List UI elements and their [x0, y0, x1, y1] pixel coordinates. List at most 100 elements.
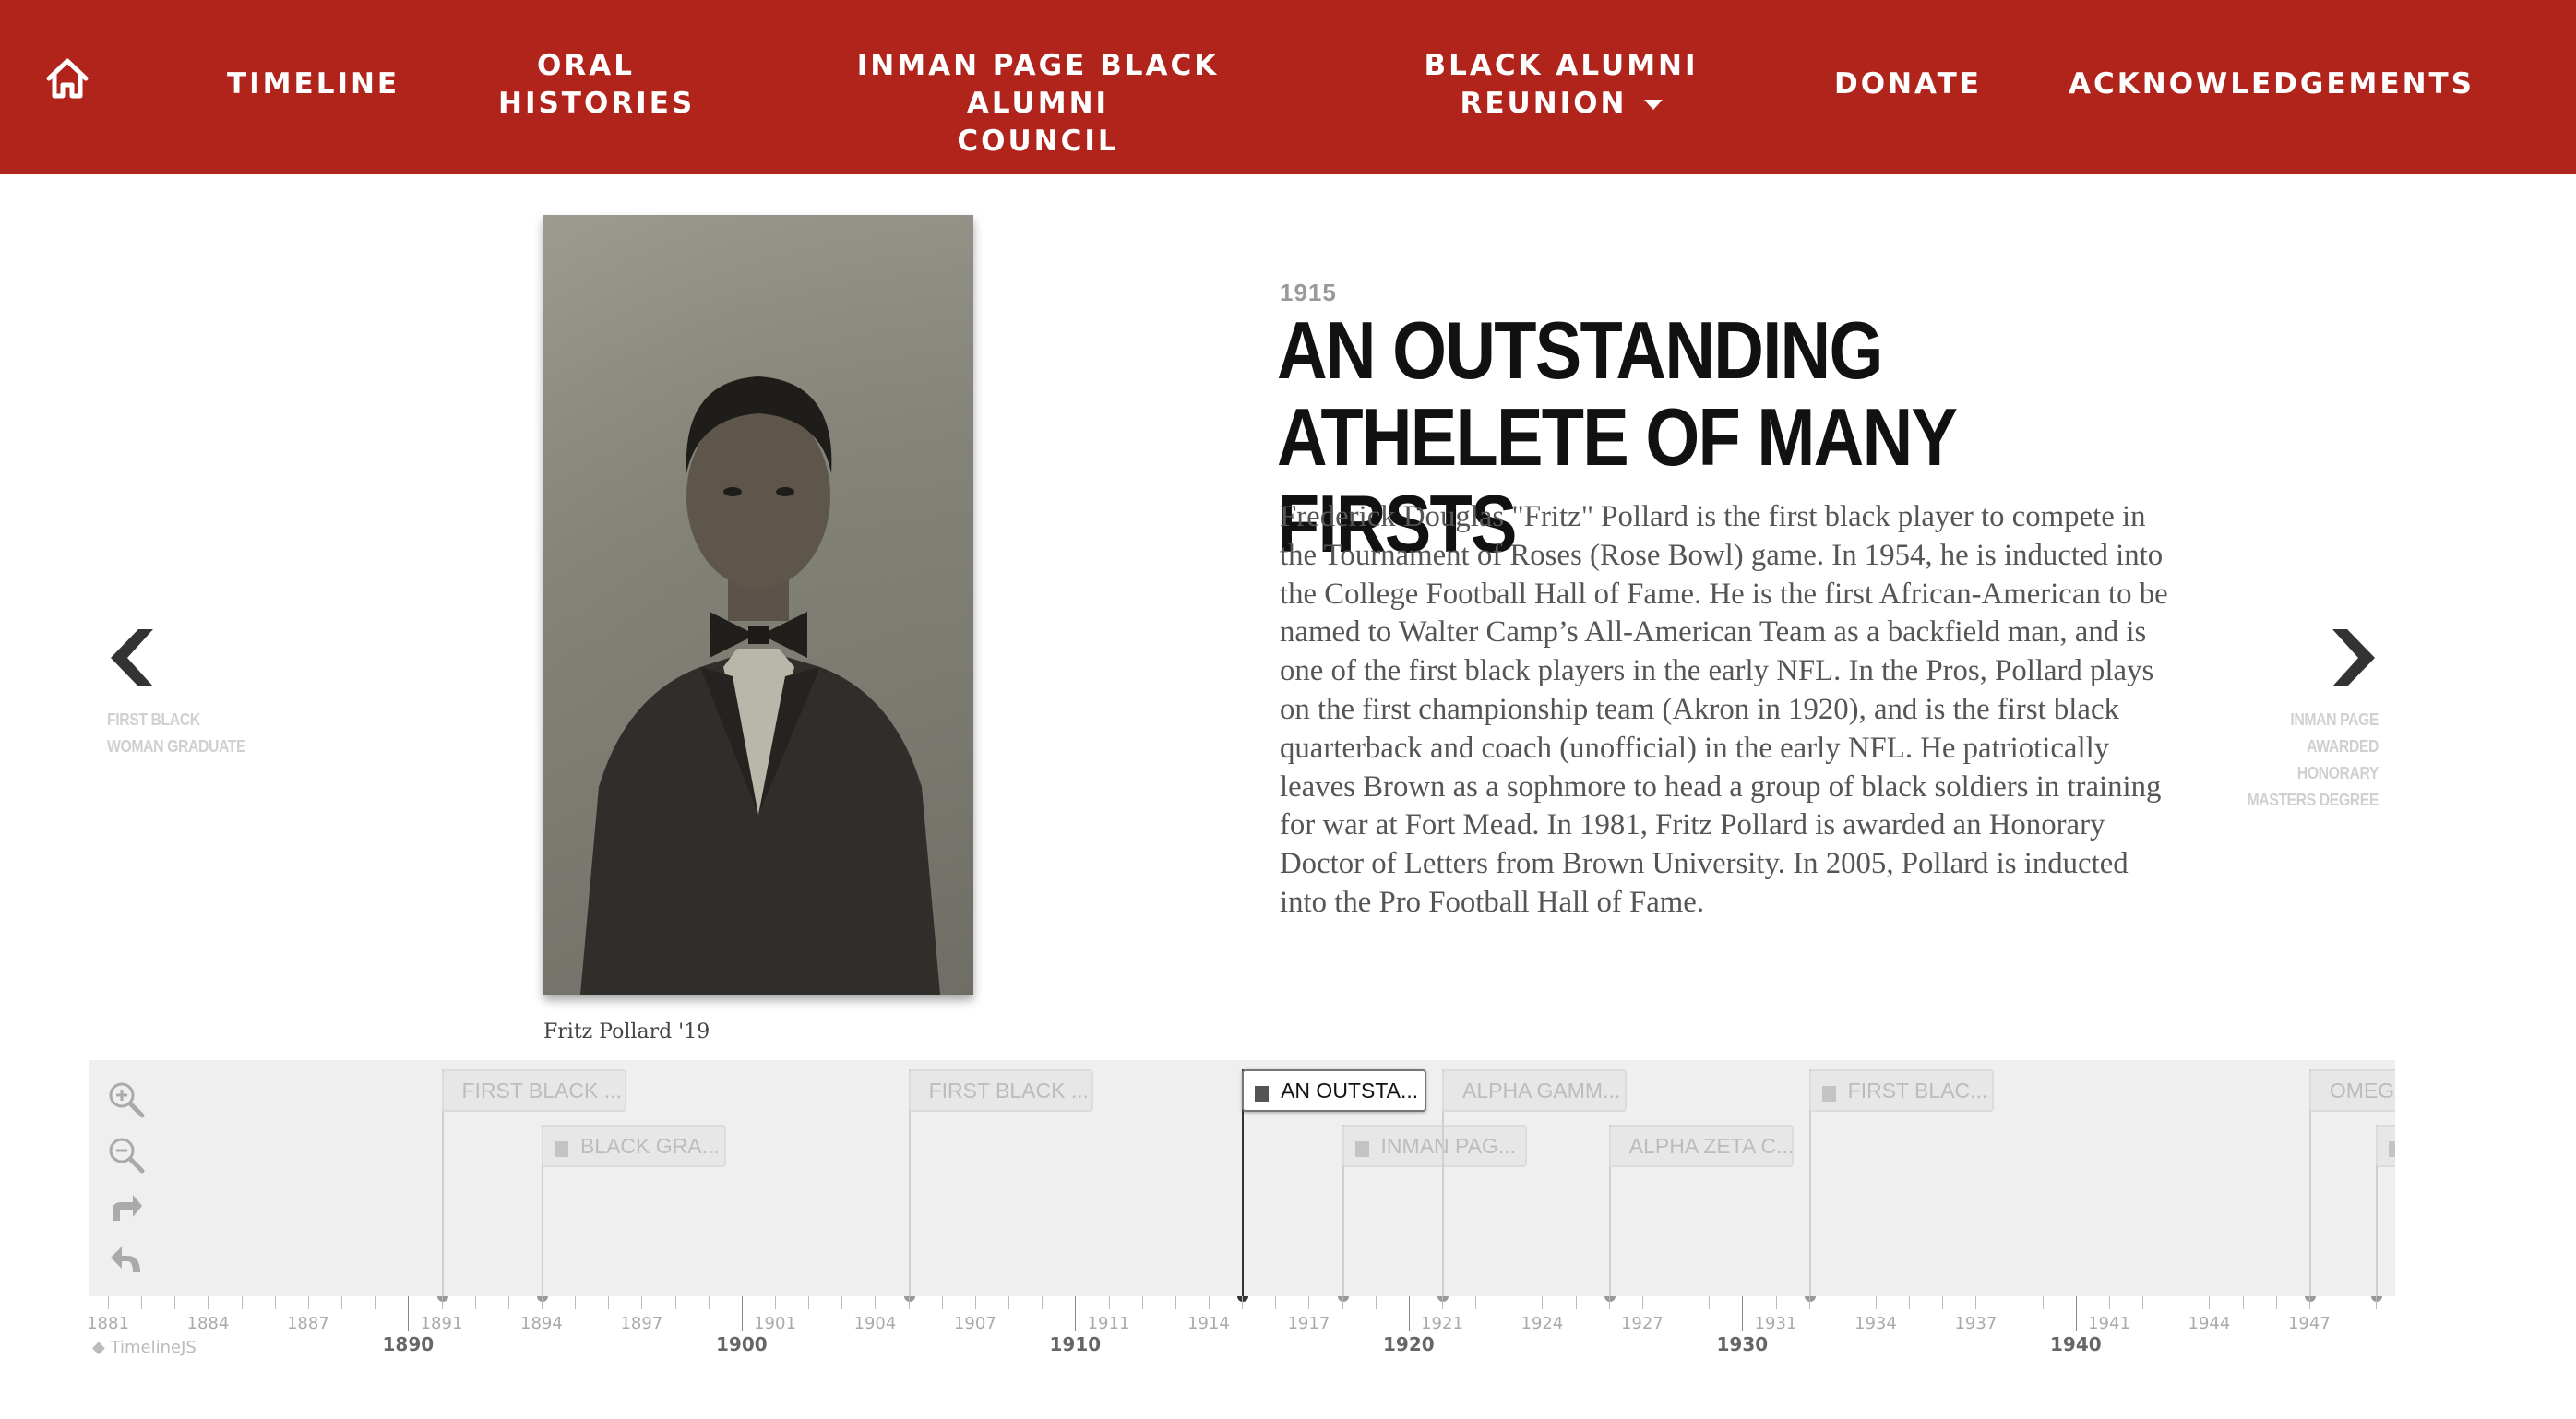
axis-tick: [341, 1296, 343, 1309]
nav-oral-histories-label: ORAL HISTORIES: [498, 49, 696, 120]
nav-timeline[interactable]: TIMELINE: [227, 66, 400, 103]
nav-black-alumni-council[interactable]: INMAN PAGE BLACK ALUMNI COUNCIL: [797, 47, 1279, 161]
chevron-left-icon[interactable]: [105, 627, 155, 688]
portrait-illustration: [580, 376, 940, 995]
axis-tick-label: 1907: [953, 1314, 996, 1333]
nav-acknowledgements-label: ACKNOWLEDGEMENTS: [2069, 67, 2475, 101]
nav-donate[interactable]: DONATE: [1834, 66, 1982, 103]
axis-tick: [1909, 1296, 1911, 1309]
axis-tick-label: 1887: [286, 1314, 329, 1333]
axis-tick-label: 1931: [1754, 1314, 1797, 1333]
axis-tick: [1975, 1296, 1977, 1309]
prev-caption-line: WOMAN GRADUATE: [107, 737, 246, 756]
axis-tick-label: 1947: [2287, 1314, 2331, 1333]
timeline-marker[interactable]: ALPHA GAMM...: [1442, 1069, 1627, 1112]
axis-tick: [174, 1296, 176, 1309]
next-caption-line: HONORARY: [2296, 764, 2379, 782]
axis-tick: [708, 1296, 710, 1309]
axis-major-label: 1900: [716, 1333, 768, 1355]
axis-tick: [1175, 1296, 1176, 1309]
axis-tick: [1008, 1296, 1010, 1309]
timeline-marker[interactable]: [2376, 1125, 2395, 1167]
timeline-marker[interactable]: BLACK GRA...: [541, 1125, 726, 1167]
axis-tick-label: 1914: [1187, 1314, 1230, 1333]
marker-label: FIRST BLACK ...: [928, 1079, 1089, 1103]
axis-tick-label: 1901: [754, 1314, 796, 1333]
marker-dot: [436, 1296, 448, 1302]
nav-oral-histories[interactable]: ORAL HISTORIES: [498, 47, 692, 123]
timeline-marker[interactable]: FIRST BLACK ...: [908, 1069, 1093, 1112]
axis-tick-label: 1894: [520, 1314, 563, 1333]
home-icon[interactable]: [44, 55, 90, 101]
marker-label: OMEGA: [2329, 1079, 2395, 1103]
axis-tick: [474, 1296, 476, 1309]
axis-tick-label: 1937: [1954, 1314, 1998, 1333]
nav-council-label: INMAN PAGE BLACK ALUMNI COUNCIL: [856, 49, 1220, 158]
axis-tick: [674, 1296, 676, 1309]
axis-tick-label: 1897: [620, 1314, 663, 1333]
axis-tick: [2376, 1296, 2378, 1309]
zoom-out-icon[interactable]: [107, 1136, 146, 1175]
axis-tick: [1308, 1296, 1310, 1309]
nav-black-alumni-reunion[interactable]: BLACK ALUMNI REUNION: [1421, 47, 1701, 123]
axis-tick: [1208, 1296, 1210, 1309]
axis-tick: [1709, 1296, 1711, 1309]
image-icon: [1821, 1086, 1836, 1102]
axis-tick: [141, 1296, 143, 1309]
axis-tick-label: 1924: [1521, 1314, 1564, 1333]
chevron-right-icon[interactable]: [2331, 627, 2380, 688]
chevron-down-icon[interactable]: [1643, 100, 1663, 110]
axis-tick: [641, 1296, 643, 1309]
next-slide-caption[interactable]: INMAN PAGE AWARDED HONORARY MASTERS DEGR…: [2247, 707, 2379, 814]
axis-tick-label: 1927: [1620, 1314, 1664, 1333]
axis-tick: [1542, 1296, 1544, 1309]
axis-tick: [307, 1296, 309, 1309]
axis-tick: [1575, 1296, 1577, 1309]
nav-acknowledgements[interactable]: ACKNOWLEDGEMENTS: [2069, 66, 2475, 103]
back-icon[interactable]: [109, 1243, 144, 1276]
marker-dot: [1604, 1296, 1616, 1302]
axis-tick: [1042, 1296, 1044, 1309]
prev-slide-caption[interactable]: FIRST BLACK WOMAN GRADUATE: [107, 707, 246, 760]
timeline-marker[interactable]: AN OUTSTA...: [1242, 1069, 1427, 1112]
axis-tick-label: 1881: [89, 1314, 129, 1333]
timeline-marker[interactable]: ALPHA ZETA C...: [1608, 1125, 1794, 1167]
axis-tick-label: 1884: [186, 1314, 230, 1333]
timeline-marker[interactable]: FIRST BLACK ...: [441, 1069, 626, 1112]
axis-tick: [1475, 1296, 1477, 1309]
marker-dot: [1437, 1296, 1449, 1302]
marker-label: ALPHA GAMM...: [1462, 1079, 1621, 1103]
axis-major-label: 1940: [2050, 1333, 2102, 1355]
top-navbar: TIMELINE ORAL HISTORIES INMAN PAGE BLACK…: [0, 0, 2576, 174]
zoom-in-icon[interactable]: [107, 1080, 146, 1119]
timeline-marker[interactable]: INMAN PAG...: [1342, 1125, 1527, 1167]
redo-icon[interactable]: [109, 1191, 144, 1224]
axis-tick: [208, 1296, 209, 1309]
axis-tick: [1075, 1296, 1077, 1331]
axis-tick: [1942, 1296, 1944, 1309]
axis-tick-label: 1944: [2188, 1314, 2231, 1333]
axis-tick: [108, 1296, 109, 1309]
axis-tick: [775, 1296, 776, 1309]
timeline-marker[interactable]: FIRST BLAC...: [1808, 1069, 1994, 1112]
axis-tick: [1275, 1296, 1277, 1309]
axis-tick: [1141, 1296, 1143, 1309]
marker-label: ALPHA ZETA C...: [1628, 1134, 1794, 1158]
marker-dot: [1237, 1296, 1249, 1302]
axis-tick-label: 1921: [1421, 1314, 1463, 1333]
axis-tick-label: 1911: [1087, 1314, 1130, 1333]
timelinejs-attribution[interactable]: ◆ TimelineJS: [92, 1338, 197, 1357]
axis-tick: [441, 1296, 443, 1309]
timeline-nav[interactable]: FIRST BLACK ... BLACK GRA... FIRST BLACK .…: [89, 1060, 2395, 1296]
marker-dot: [2371, 1296, 2383, 1302]
timeline-marker[interactable]: OMEGA: [2308, 1069, 2395, 1112]
slide-date: 1915: [1280, 279, 1337, 306]
axis-tick: [1342, 1296, 1343, 1309]
axis-tick: [908, 1296, 910, 1309]
axis-tick: [1408, 1296, 1410, 1331]
next-caption-line: AWARDED: [2307, 737, 2379, 756]
axis-tick-label: 1941: [2088, 1314, 2130, 1333]
slide-photo: [543, 215, 973, 995]
axis-tick: [2109, 1296, 2110, 1309]
axis-tick: [2042, 1296, 2044, 1309]
